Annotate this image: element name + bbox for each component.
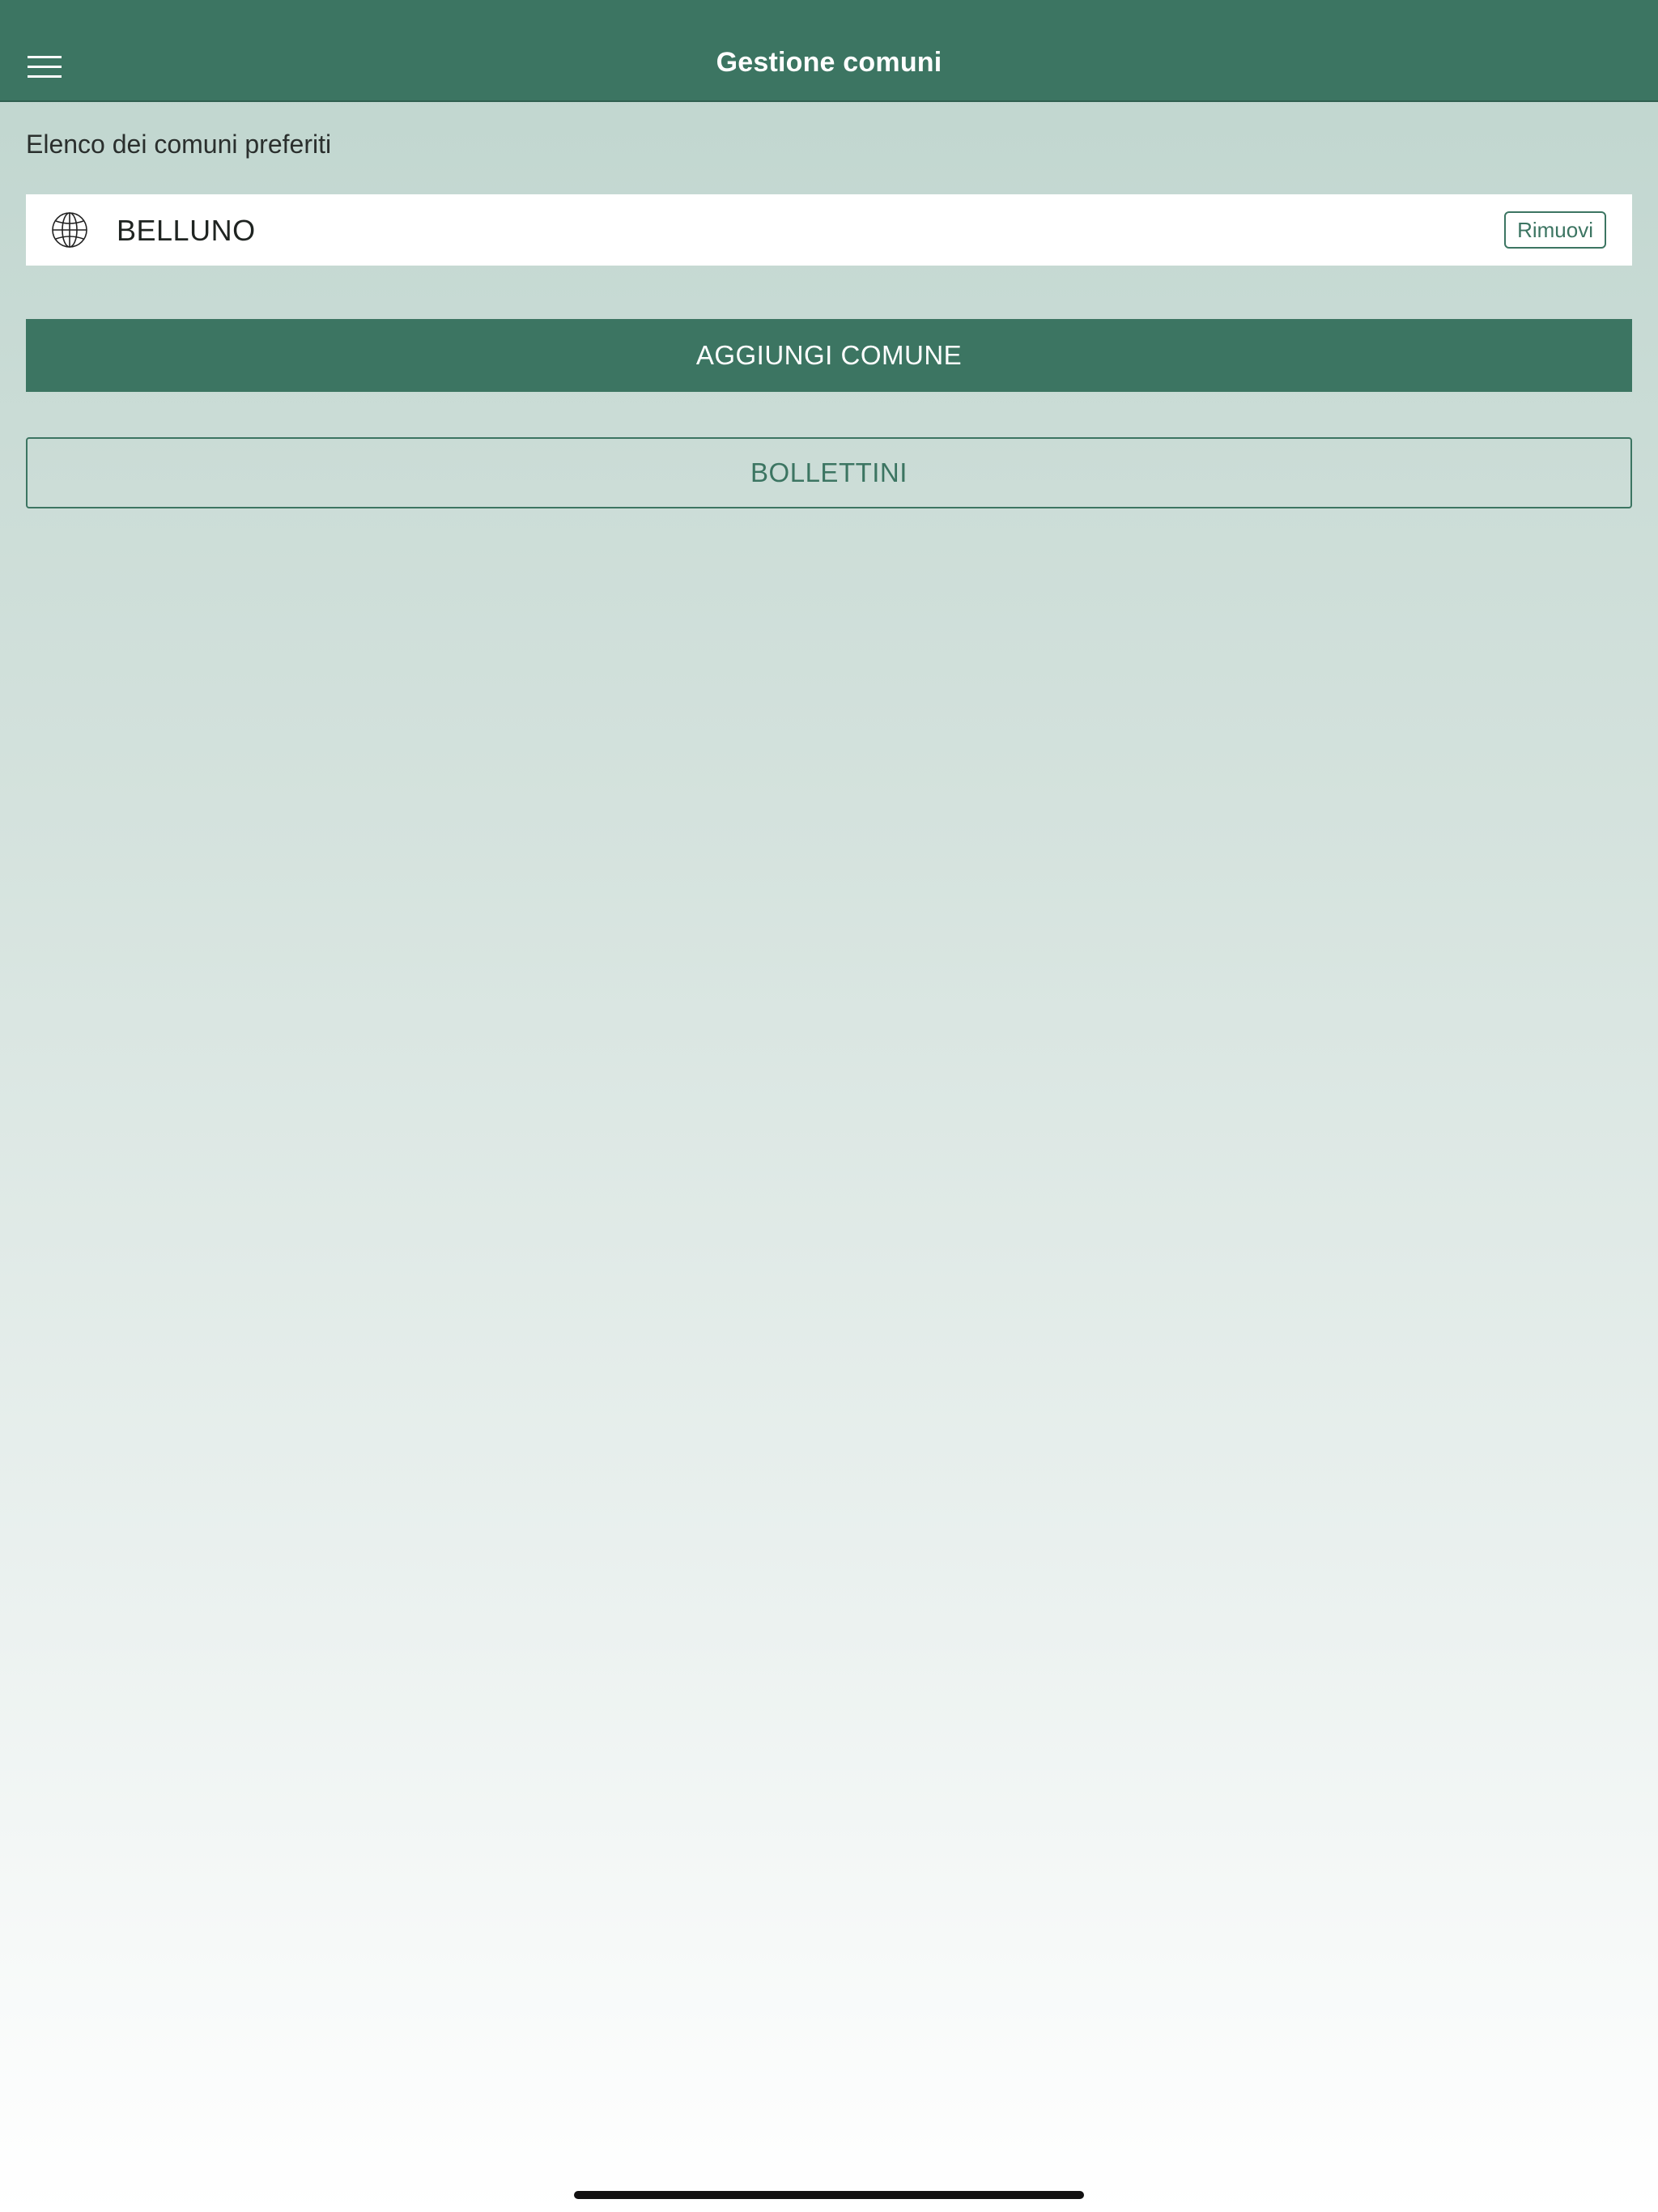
remove-comune-button[interactable]: Rimuovi xyxy=(1504,211,1606,249)
page-title: Gestione comuni xyxy=(716,47,942,78)
favorite-comune-row: BELLUNO Rimuovi xyxy=(26,194,1632,266)
home-indicator[interactable] xyxy=(574,2191,1084,2199)
app-header: Gestione comuni xyxy=(0,0,1658,102)
globe-icon xyxy=(52,212,87,248)
add-comune-button[interactable]: AGGIUNGI COMUNE xyxy=(26,319,1632,392)
favorites-section-label: Elenco dei comuni preferiti xyxy=(26,130,332,159)
bulletins-button[interactable]: BOLLETTINI xyxy=(26,437,1632,508)
comune-name: BELLUNO xyxy=(117,214,256,247)
